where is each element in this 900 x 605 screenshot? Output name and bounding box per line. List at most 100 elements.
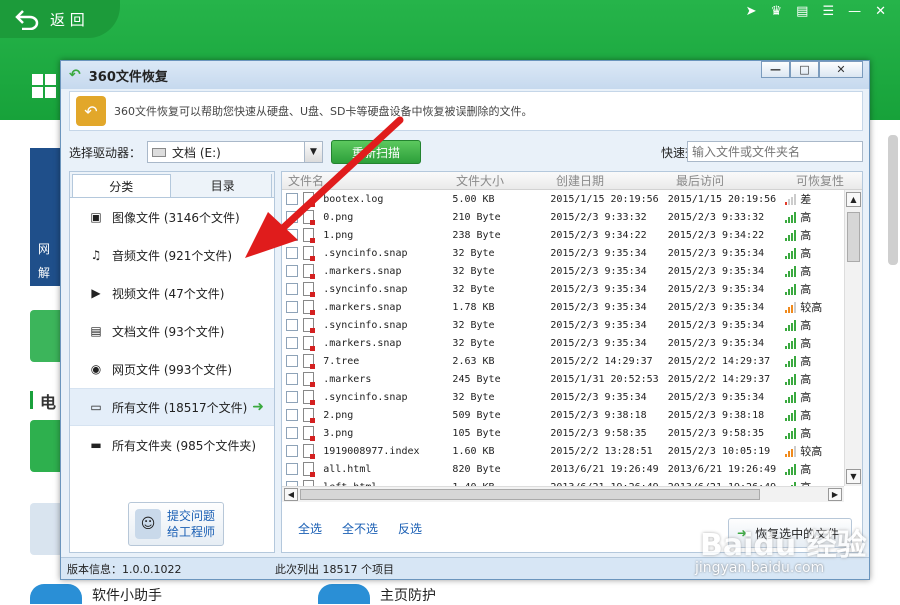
bottom-item-1[interactable]: 软件小助手 [92,585,162,605]
maximize-button[interactable]: □ [790,61,819,78]
skin-icon[interactable]: ♛ [770,4,782,19]
tab-category[interactable]: 分类 [72,174,171,197]
select-all-link[interactable]: 全选 [298,520,322,537]
table-row[interactable]: .syncinfo.snap 32 Byte 2015/2/3 9:35:34 201… [282,244,844,262]
table-row[interactable]: .markers 245 Byte 2015/1/31 20:52:53 2015/2… [282,370,844,388]
row-checkbox[interactable] [286,301,298,313]
category-item[interactable]: ◉ 网页文件 (993个文件) [70,350,274,388]
recoverability: 高 [800,211,812,224]
message-icon[interactable]: ▤ [796,4,808,19]
category-item[interactable]: ▣ 图像文件 (3146个文件) [70,198,274,236]
file-accessed: 2013/6/21 19:26:49 [667,463,777,475]
file-size: 509 Byte [452,409,501,421]
drive-select[interactable]: 文档 (E:) ▼ [147,141,324,163]
col-size[interactable]: 文件大小 [456,172,556,189]
drive-label: 选择驱动器： [69,145,142,160]
row-checkbox[interactable] [286,373,298,385]
table-row[interactable]: 3.png 105 Byte 2015/2/3 9:58:35 2015/2/3 9:… [282,424,844,442]
col-recoverability[interactable]: 可恢复性 [796,172,856,189]
row-checkbox[interactable] [286,247,298,259]
col-created[interactable]: 创建日期 [556,172,676,189]
table-row[interactable]: 7.tree 2.63 KB 2015/2/2 14:29:37 2015/2/2 1… [282,352,844,370]
file-name: .markers.snap [323,265,402,277]
row-checkbox[interactable] [286,265,298,277]
dialog-titlebar[interactable]: ↶ 360文件恢复 — □ ✕ [61,61,869,89]
horizontal-scrollbar[interactable]: ◀ ▶ [282,486,844,502]
submit-issue-button[interactable]: ☺ 提交问题 给工程师 [128,502,224,546]
col-accessed[interactable]: 最后访问 [676,172,796,189]
rescan-button[interactable]: 重新扫描 [331,140,422,164]
invert-selection-link[interactable]: 反选 [398,520,422,537]
scroll-thumb[interactable] [847,212,860,262]
back-button[interactable]: 返 回 [0,0,120,38]
select-none-link[interactable]: 全不选 [342,520,378,537]
deleted-file-icon [303,228,315,243]
hscroll-thumb[interactable] [300,489,760,500]
table-row[interactable]: .markers.snap 32 Byte 2015/2/3 9:35:34 2015… [282,334,844,352]
row-checkbox[interactable] [286,391,298,403]
menu-icon[interactable]: ☰ [822,4,834,19]
scroll-down-icon[interactable]: ▼ [846,469,861,484]
table-row[interactable]: 0.png 210 Byte 2015/2/3 9:33:32 2015/2/3 9:… [282,208,844,226]
col-filename[interactable]: 文件名 [282,172,324,189]
grid-icon[interactable] [0,60,60,145]
row-checkbox[interactable] [286,283,298,295]
category-item[interactable]: ▶ 视频文件 (47个文件) [70,274,274,312]
row-checkbox[interactable] [286,319,298,331]
close-button[interactable]: ✕ [819,61,863,78]
page-scrollbar[interactable] [888,135,898,265]
row-checkbox[interactable] [286,337,298,349]
deleted-file-icon [303,462,315,477]
watermark-url: jingyan.baidu.com [695,560,825,576]
row-checkbox[interactable] [286,427,298,439]
file-name: .markers [323,373,372,385]
table-row[interactable]: 2.png 509 Byte 2015/2/3 9:38:18 2015/2/3 9:… [282,406,844,424]
search-input[interactable] [687,141,863,162]
chevron-down-icon[interactable]: ▼ [304,142,323,162]
scroll-right-icon[interactable]: ▶ [828,488,842,501]
category-item[interactable]: ▭ 所有文件 (18517个文件) ➜ [70,388,274,426]
minimize-icon[interactable]: — [848,4,861,19]
scroll-up-icon[interactable]: ▲ [846,192,861,207]
row-checkbox[interactable] [286,229,298,241]
bottom-item-2[interactable]: 主页防护 [380,585,436,605]
category-item[interactable]: ▤ 文档文件 (93个文件) [70,312,274,350]
table-row[interactable]: .markers.snap 1.78 KB 2015/2/3 9:35:34 2015… [282,298,844,316]
row-checkbox[interactable] [286,463,298,475]
row-checkbox[interactable] [286,355,298,367]
row-checkbox[interactable] [286,211,298,223]
table-row[interactable]: 1919008977.index 1.60 KB 2015/2/2 13:28:51… [282,442,844,460]
scroll-left-icon[interactable]: ◀ [284,488,298,501]
table-row[interactable]: .markers.snap 32 Byte 2015/2/3 9:35:34 2015… [282,262,844,280]
tab-directory[interactable]: 目录 [175,174,272,197]
image-icon: ▣ [90,210,102,224]
category-item[interactable]: ▬ 所有文件夹 (985个文件夹) [70,426,274,464]
table-row[interactable]: .syncinfo.snap 32 Byte 2015/2/3 9:35:34 201… [282,388,844,406]
table-row[interactable]: .syncinfo.snap 32 Byte 2015/2/3 9:35:34 201… [282,316,844,334]
share-icon[interactable]: ➤ [746,4,757,19]
document-icon: ▤ [90,324,102,338]
minimize-button[interactable]: — [761,61,790,78]
vertical-scrollbar[interactable]: ▲ ▼ [844,190,862,486]
table-row[interactable]: .syncinfo.snap 32 Byte 2015/2/3 9:35:34 201… [282,280,844,298]
recoverability: 高 [800,391,812,404]
category-label: 所有文件夹 (985个文件夹) [112,438,257,453]
table-row[interactable]: bootex.log 5.00 KB 2015/1/15 20:19:56 2015/… [282,190,844,208]
file-name: .markers.snap [323,301,402,313]
file-created: 2015/2/3 9:34:22 [550,229,647,241]
close-icon[interactable]: ✕ [875,4,886,19]
deleted-file-icon [303,426,315,441]
row-checkbox[interactable] [286,193,298,205]
category-label: 音频文件 (921个文件) [112,248,233,263]
deleted-file-icon [303,282,315,297]
table-row[interactable]: all.html 820 Byte 2013/6/21 19:26:49 2013/6… [282,460,844,478]
row-checkbox[interactable] [286,445,298,457]
home-protect-icon[interactable] [318,584,370,604]
table-row[interactable]: 1.png 238 Byte 2015/2/3 9:34:22 2015/2/3 9:… [282,226,844,244]
signal-bars-icon [785,356,797,367]
table-row[interactable]: left.html1.40 KB2013/6/21 19:26:492013/6… [282,478,844,486]
assistant-icon[interactable] [30,584,82,604]
row-checkbox[interactable] [286,409,298,421]
category-item[interactable]: ♫ 音频文件 (921个文件) [70,236,274,274]
signal-bars-icon [785,230,797,241]
